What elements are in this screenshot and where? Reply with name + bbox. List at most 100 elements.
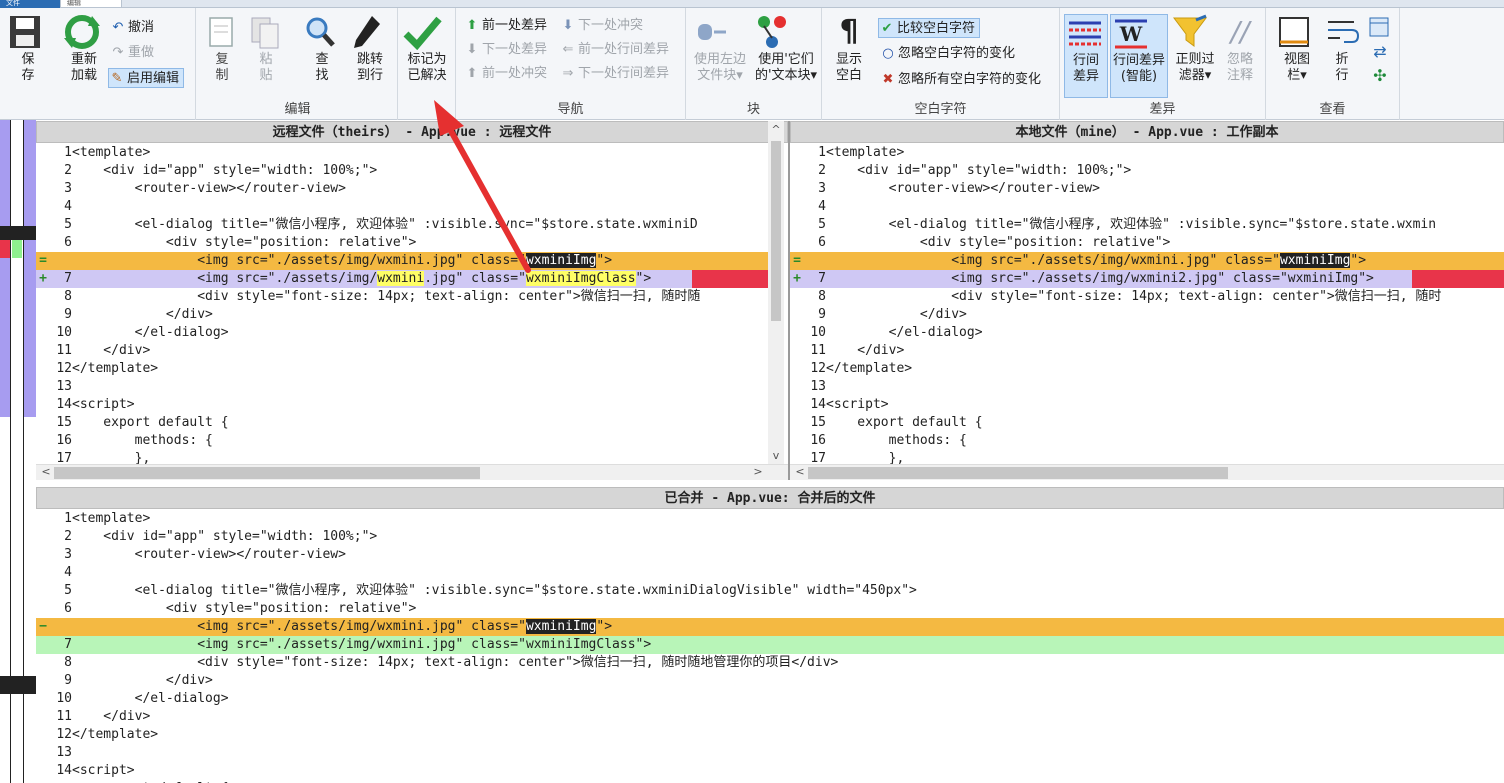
code-line[interactable]: 2 <div id="app" style="width: 100%;"> bbox=[790, 162, 1504, 180]
inline-diff-smart-button[interactable]: W 行间差异 (智能) bbox=[1110, 14, 1168, 98]
next-diff-button[interactable]: ⬇ 下一处差异 bbox=[464, 40, 547, 60]
prev-conflict-button[interactable]: ⬆ 前一处冲突 bbox=[464, 64, 547, 84]
enable-edit-button[interactable]: ✎ 启用编辑 bbox=[108, 68, 185, 88]
theirs-code-view[interactable]: 1 <template> 2 <div id="app" style="width:… bbox=[36, 144, 768, 464]
code-line[interactable]: 9 </div> bbox=[36, 306, 768, 324]
code-line[interactable]: = <img src="./assets/img/wxmini.jpg" cla… bbox=[790, 252, 1504, 270]
copy-button[interactable]: 复 制 bbox=[204, 14, 240, 98]
code-line[interactable]: 6 <div style="position: relative"> bbox=[36, 234, 768, 252]
code-line[interactable]: − <img src="./assets/img/wxmini.jpg" cla… bbox=[36, 618, 1504, 636]
paste-button[interactable]: 粘 贴 bbox=[248, 14, 284, 98]
code-line[interactable]: 2 <div id="app" style="width: 100%;"> bbox=[36, 528, 1504, 546]
code-line[interactable]: 3 <router-view></router-view> bbox=[790, 180, 1504, 198]
ignore-comments-button[interactable]: // 忽略 注释 bbox=[1220, 14, 1260, 98]
code-line[interactable]: 12 </template> bbox=[36, 726, 1504, 744]
code-line[interactable]: 8 <div style="font-size: 14px; text-alig… bbox=[790, 288, 1504, 306]
code-line[interactable]: 11 </div> bbox=[36, 342, 768, 360]
tab-edit[interactable]: 编辑 bbox=[60, 0, 122, 8]
code-line[interactable]: 13 bbox=[36, 378, 768, 396]
code-line[interactable]: 1 <template> bbox=[790, 144, 1504, 162]
code-line[interactable]: 10 </el-dialog> bbox=[36, 324, 768, 342]
next-inline-diff-button[interactable]: ⇒ 下一处行间差异 bbox=[560, 64, 669, 84]
theirs-hscroll-thumb[interactable] bbox=[54, 467, 480, 479]
line-text: <router-view></router-view> bbox=[72, 547, 346, 562]
code-line[interactable]: = <img src="./assets/img/wxmini.jpg" cla… bbox=[36, 252, 768, 270]
redo-button[interactable]: ↷ 重做 bbox=[110, 43, 154, 63]
line-number: 9 bbox=[818, 307, 826, 322]
theirs-horizontal-scrollbar[interactable]: < > bbox=[36, 464, 788, 480]
undo-button[interactable]: ↶ 撤消 bbox=[110, 18, 154, 38]
merged-code-view[interactable]: 1 <template> 2 <div id="app" style="width:… bbox=[36, 510, 1504, 783]
code-line[interactable]: 4 bbox=[790, 198, 1504, 216]
code-line[interactable]: 16 methods: { bbox=[790, 432, 1504, 450]
save-button[interactable]: 保 存 bbox=[8, 14, 48, 98]
code-line[interactable]: 8 <div style="font-size: 14px; text-alig… bbox=[36, 288, 768, 306]
ignore-comments-label: 忽略 注释 bbox=[1226, 52, 1253, 83]
mine-horizontal-scrollbar[interactable]: < bbox=[790, 464, 1504, 480]
reload-button[interactable]: 重新 加载 bbox=[62, 14, 106, 98]
code-line[interactable]: 14 <script> bbox=[790, 396, 1504, 414]
code-line[interactable]: 13 bbox=[790, 378, 1504, 396]
code-line[interactable]: 15 export default { bbox=[790, 414, 1504, 432]
code-line[interactable]: 16 methods: { bbox=[36, 432, 768, 450]
code-line[interactable]: 6 <div style="position: relative"> bbox=[790, 234, 1504, 252]
collapse-button[interactable]: ✣ bbox=[1368, 68, 1392, 88]
line-text: </div> bbox=[72, 673, 213, 688]
pane-splitter[interactable] bbox=[788, 121, 790, 480]
code-line[interactable]: 12 </template> bbox=[36, 360, 768, 378]
code-line[interactable]: 11 </div> bbox=[790, 342, 1504, 360]
code-line[interactable]: 4 bbox=[36, 564, 1504, 582]
location-bar[interactable] bbox=[0, 120, 36, 783]
view-bar-button[interactable]: 视图 栏▾ bbox=[1274, 14, 1320, 98]
mine-hscroll-thumb[interactable] bbox=[808, 467, 1228, 479]
tab-file[interactable]: 文件 bbox=[0, 0, 60, 8]
code-line[interactable]: 5 <el-dialog title="微信小程序, 欢迎体验" :visibl… bbox=[790, 216, 1504, 234]
theirs-vertical-scrollbar[interactable]: ^ v bbox=[768, 121, 784, 464]
next-conflict-button[interactable]: ⬇ 下一处冲突 bbox=[560, 16, 643, 36]
compare-whitespace-button[interactable]: ✔ 比较空白字符 bbox=[878, 18, 981, 38]
find-button[interactable]: 查 找 bbox=[304, 14, 340, 98]
conflict-marker-red bbox=[0, 240, 10, 258]
wrap-lines-button[interactable]: 折 行 bbox=[1324, 14, 1360, 98]
prev-diff-button[interactable]: ⬆ 前一处差异 bbox=[464, 16, 547, 36]
mine-code-view[interactable]: 1 <template> 2 <div id="app" style="width:… bbox=[790, 144, 1504, 464]
ignore-whitespace-change-button[interactable]: ○ 忽略空白字符的变化 bbox=[880, 44, 1015, 64]
code-line[interactable]: 5 <el-dialog title="微信小程序, 欢迎体验" :visibl… bbox=[36, 582, 1504, 600]
code-line[interactable]: 4 bbox=[36, 198, 768, 216]
prev-inline-diff-button[interactable]: ⇐ 前一处行间差异 bbox=[560, 40, 669, 60]
code-line[interactable]: 9 </div> bbox=[36, 672, 1504, 690]
code-line[interactable]: 3 <router-view></router-view> bbox=[36, 180, 768, 198]
code-line[interactable]: 1 <template> bbox=[36, 510, 1504, 528]
swap-button[interactable]: ⇄ bbox=[1368, 44, 1392, 64]
code-line[interactable]: 17 }, bbox=[790, 450, 1504, 464]
code-line[interactable]: 7 <img src="./assets/img/wxmini.jpg" cla… bbox=[36, 636, 1504, 654]
mark-resolved-button[interactable]: 标记为 已解决 bbox=[402, 14, 452, 98]
code-line[interactable]: 14 <script> bbox=[36, 396, 768, 414]
layout-toggle-button[interactable] bbox=[1368, 16, 1392, 40]
code-line[interactable]: 13 bbox=[36, 744, 1504, 762]
goto-line-button[interactable]: 跳转 到行 bbox=[350, 14, 390, 98]
inline-diff-button[interactable]: 行间 差异 bbox=[1064, 14, 1108, 98]
code-line[interactable]: 1 <template> bbox=[36, 144, 768, 162]
code-line[interactable]: 6 <div style="position: relative"> bbox=[36, 600, 1504, 618]
code-line[interactable]: 15 export default { bbox=[36, 414, 768, 432]
code-line[interactable]: 12 </template> bbox=[790, 360, 1504, 378]
code-line[interactable]: 3 <router-view></router-view> bbox=[36, 546, 1504, 564]
code-line[interactable]: 10 </el-dialog> bbox=[36, 690, 1504, 708]
use-left-block-button[interactable]: 使用左边 文件块▾ bbox=[690, 14, 750, 98]
regex-filter-button[interactable]: 正则过 滤器▾ bbox=[1170, 14, 1220, 98]
ignore-all-whitespace-button[interactable]: ✖ 忽略所有空白字符的变化 bbox=[880, 70, 1041, 90]
use-theirs-block-button[interactable]: 使用'它们 的'文本块▾ bbox=[752, 14, 820, 98]
code-line[interactable]: 11 </div> bbox=[36, 708, 1504, 726]
code-line[interactable]: 7 + <img src="./assets/img/wxmini2.jpg" c… bbox=[790, 270, 1504, 288]
code-line[interactable]: 8 <div style="font-size: 14px; text-alig… bbox=[36, 654, 1504, 672]
code-line[interactable]: 2 <div id="app" style="width: 100%;"> bbox=[36, 162, 768, 180]
theirs-scroll-thumb[interactable] bbox=[771, 141, 781, 321]
code-line[interactable]: 7 + <img src="./assets/img/wxmini.jpg" cl… bbox=[36, 270, 768, 288]
code-line[interactable]: 5 <el-dialog title="微信小程序, 欢迎体验" :visibl… bbox=[36, 216, 768, 234]
show-whitespace-button[interactable]: ¶ 显示 空白 bbox=[830, 14, 868, 98]
code-line[interactable]: 9 </div> bbox=[790, 306, 1504, 324]
code-line[interactable]: 17 }, bbox=[36, 450, 768, 464]
code-line[interactable]: 10 </el-dialog> bbox=[790, 324, 1504, 342]
code-line[interactable]: 14 <script> bbox=[36, 762, 1504, 780]
